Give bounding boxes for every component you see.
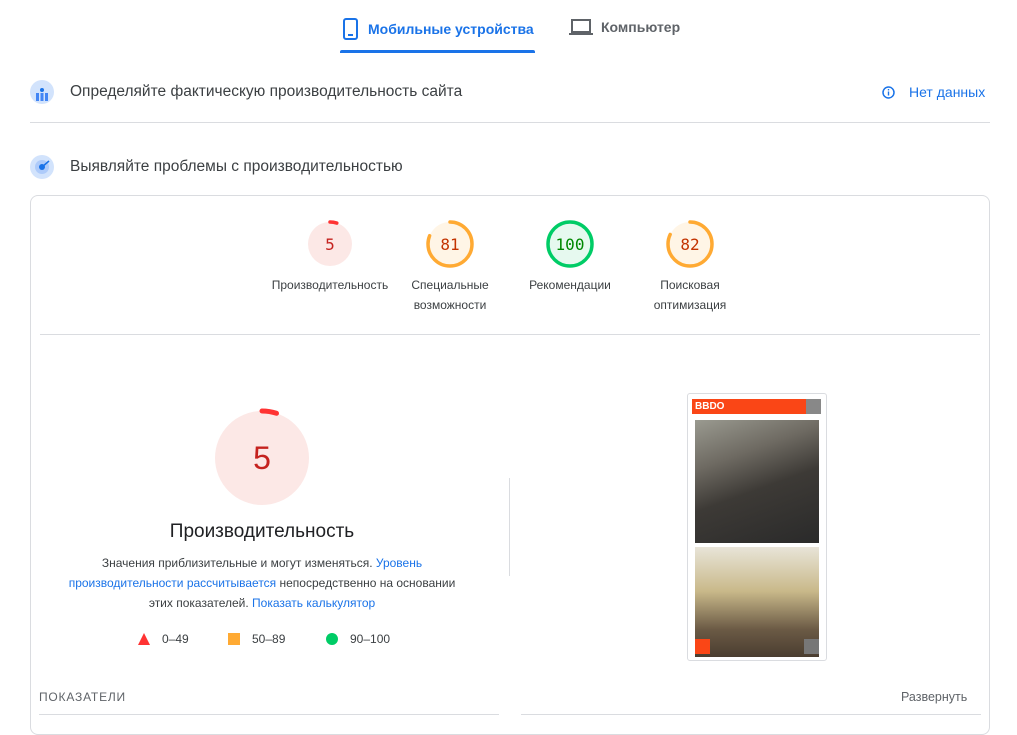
score-gauge[interactable]: 81 Специальные возможности [385,219,515,315]
field-data-icon [30,80,54,104]
gauge-label: Рекомендации [505,275,635,295]
laptop-icon [569,19,593,35]
info-icon [882,85,895,99]
lab-data-icon [30,155,54,179]
legend-average: 50–89 [228,632,285,646]
score-gauge[interactable]: 5 Производительность [265,219,395,295]
no-data-label: Нет данных [909,84,986,100]
no-data-link[interactable]: Нет данных [882,84,985,100]
triangle-icon [138,633,150,645]
gauge-label-line: Производительность [271,278,389,292]
gauge-label: Производительность [265,275,395,295]
score-gauge[interactable]: 82 Поисковая оптимизация [625,219,755,315]
page-screenshot: BBDO [687,393,827,661]
score-gauge[interactable]: 100 Рекомендации [505,219,635,295]
gauge-score: 5 [325,235,335,254]
performance-description: Значения приблизительные и могут изменят… [60,553,464,613]
expand-button[interactable]: Развернуть [901,690,967,704]
performance-title: Производительность [169,521,355,542]
tab-desktop[interactable]: Компьютер [569,18,680,36]
gauge-label: Поисковая оптимизация [625,275,755,315]
gauge-label-line: Поисковая [660,278,720,292]
divider [39,714,499,715]
lab-data-title: Выявляйте проблемы с производительностью [70,158,403,175]
gauge-ring: 81 [426,220,474,268]
gauge-label-line: возможности [413,298,487,312]
divider [30,122,990,123]
divider [40,334,980,335]
gauge-ring: 100 [546,220,594,268]
legend-pass: 90–100 [326,632,390,646]
search-icon [806,399,821,414]
gauge-score: 81 [440,235,459,254]
legend-label: 50–89 [252,632,286,646]
desc-text: Значения приблизительные и могут изменят… [101,556,376,570]
active-tab-indicator [340,50,535,53]
performance-main-score: 5 [253,440,271,476]
metrics-title: ПОКАЗАТЕЛИ [39,690,126,704]
tab-mobile[interactable]: Мобильные устройства [342,18,534,40]
gauge-label-line: Рекомендации [529,278,611,292]
menu-icon [695,639,710,654]
gauge-score: 82 [680,235,699,254]
gauge-label-line: оптимизация [653,298,727,312]
gauge-ring: 82 [666,220,714,268]
legend-fail: 0–49 [138,632,189,646]
field-data-title: Определяйте фактическую производительнос… [70,83,463,100]
share-icon [804,639,819,654]
gauge-ring: 5 [306,220,354,268]
divider [521,714,981,715]
square-icon [228,633,240,645]
show-calculator-link[interactable]: Показать калькулятор [252,596,375,610]
gauge-label: Специальные возможности [385,275,515,315]
gauge-score: 100 [556,235,585,254]
vertical-divider [509,478,510,576]
legend-label: 0–49 [162,632,189,646]
people-image [695,547,819,657]
gauge-label-line: Специальные [411,278,489,292]
tab-label: Компьютер [601,19,681,35]
site-logo: BBDO [692,399,806,414]
legend-label: 90–100 [350,632,391,646]
car-image [695,420,819,543]
tab-label: Мобильные устройства [368,21,534,37]
circle-icon [326,633,338,645]
smartphone-icon [343,18,358,40]
